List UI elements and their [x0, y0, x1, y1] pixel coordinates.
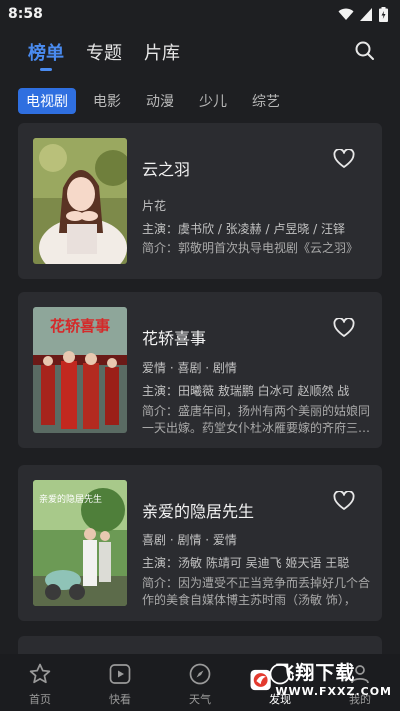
- show-genre: 爱情 · 喜剧 · 剧情: [142, 361, 237, 375]
- show-card[interactable]: 花轿喜事 花轿喜事 爱情 · 喜剧 · 剧情 主演：田曦薇 敖瑞鹏 白冰可 赵顺…: [18, 292, 382, 448]
- nav-quick-watch[interactable]: 快看: [80, 654, 160, 711]
- nav-label: 天气: [189, 693, 211, 706]
- show-intro: 简介：盛唐年间，扬州有两个美丽的姑娘同一天出嫁。药堂女仆杜冰雁要嫁的齐府三…: [142, 404, 370, 435]
- watermark-text: 飞翔下载 WWW.FXXZ.COM: [275, 661, 392, 698]
- category-tab-variety[interactable]: 综艺: [244, 88, 288, 114]
- show-title[interactable]: 亲爱的隐居先生: [142, 498, 254, 522]
- show-poster[interactable]: 亲爱的隐居先生: [33, 480, 127, 606]
- signal-icon: [360, 7, 372, 21]
- nav-label: 首页: [29, 693, 51, 706]
- status-bar: 8:58: [0, 0, 400, 28]
- site-watermark: 飞翔下载 WWW.FXXZ.COM: [250, 657, 392, 703]
- tab-topics[interactable]: 专题: [86, 39, 122, 65]
- compass-icon: [189, 663, 211, 685]
- nav-label: 快看: [109, 693, 131, 706]
- show-genre: 喜剧 · 剧情 · 爱情: [142, 533, 237, 547]
- watermark-logo-icon: [250, 669, 271, 691]
- status-time: 8:58: [8, 6, 43, 22]
- show-title[interactable]: 花轿喜事: [142, 325, 206, 349]
- status-icons: [338, 6, 388, 22]
- show-cast: 主演：田曦薇 敖瑞鹏 白冰可 赵顺然 战: [142, 384, 350, 398]
- show-intro: 简介：郭敬明首次执导电视剧《云之羽》: [142, 241, 359, 255]
- tab-library[interactable]: 片库: [144, 39, 180, 65]
- category-tab-kids[interactable]: 少儿: [191, 88, 235, 114]
- category-tabs: 电视剧 电影 动漫 少儿 综艺: [18, 88, 297, 114]
- show-title[interactable]: 云之羽: [142, 156, 190, 180]
- category-tab-movie[interactable]: 电影: [85, 88, 129, 114]
- battery-icon: [379, 6, 388, 22]
- category-tab-tv[interactable]: 电视剧: [18, 88, 76, 114]
- star-icon: [29, 663, 51, 684]
- nav-weather[interactable]: 天气: [160, 654, 240, 711]
- search-icon[interactable]: [354, 40, 376, 62]
- top-nav: 榜单 专题 片库: [0, 34, 400, 70]
- show-genre: 片花: [142, 199, 167, 213]
- wifi-icon: [338, 8, 354, 20]
- show-cast: 主演：汤敏 陈靖可 吴迪飞 姬天语 王聪: [142, 556, 350, 570]
- show-intro: 简介：因为遭受不正当竞争而丢掉好几个合作的美食自媒体博主苏时雨（汤敏 饰），: [142, 576, 370, 607]
- tab-rankings[interactable]: 榜单: [28, 39, 64, 65]
- category-tab-anime[interactable]: 动漫: [138, 88, 182, 114]
- show-card[interactable]: 云之羽 片花 主演：虞书欣 / 张凌赫 / 卢昱晓 / 汪铎 简介：郭敬明首次执…: [18, 123, 382, 279]
- watermark-name: 飞翔下载: [275, 661, 356, 684]
- favorite-heart-icon[interactable]: [333, 491, 355, 511]
- watermark-url: WWW.FXXZ.COM: [275, 684, 392, 698]
- show-card[interactable]: 亲爱的隐居先生 亲爱的隐居先生 喜剧 · 剧情 · 爱情 主演：汤敏 陈靖可 吴…: [18, 465, 382, 621]
- show-cast: 主演：虞书欣 / 张凌赫 / 卢昱晓 / 汪铎: [142, 222, 346, 236]
- nav-home[interactable]: 首页: [0, 654, 80, 711]
- show-poster[interactable]: [33, 138, 127, 264]
- play-icon: [109, 664, 131, 684]
- show-poster[interactable]: 花轿喜事: [33, 307, 127, 433]
- poster-title-text: 花轿喜事: [50, 317, 110, 335]
- favorite-heart-icon[interactable]: [333, 318, 355, 338]
- favorite-heart-icon[interactable]: [333, 149, 355, 169]
- poster-title-text: 亲爱的隐居先生: [39, 493, 102, 505]
